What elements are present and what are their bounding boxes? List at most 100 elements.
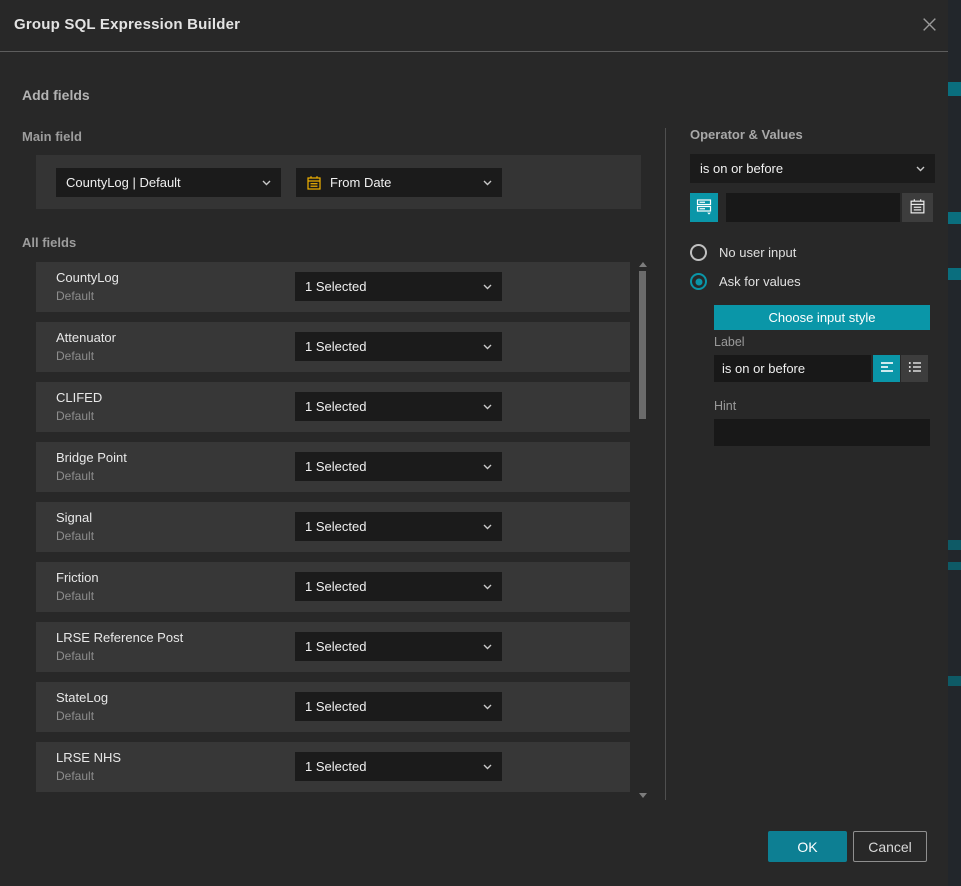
background-page-fragment <box>948 676 961 686</box>
radio-circle <box>690 244 707 261</box>
all-fields-list: CountyLog Default 1 Selected Attenuator … <box>36 262 630 802</box>
field-selection-value: 1 Selected <box>305 699 366 714</box>
background-page-fragment <box>948 540 961 550</box>
chevron-down-icon <box>483 180 492 186</box>
label-caption: Label <box>714 335 745 349</box>
field-row: LRSE Reference Post Default 1 Selected <box>36 622 630 672</box>
dialog-titlebar: Group SQL Expression Builder <box>0 0 948 52</box>
close-icon <box>921 16 938 36</box>
field-sublabel: Default <box>56 769 94 783</box>
chevron-down-icon <box>483 344 492 350</box>
main-field-label: Main field <box>22 129 82 144</box>
field-selection-dropdown[interactable]: 1 Selected <box>295 272 502 301</box>
main-field-box: CountyLog | Default From Date <box>36 155 641 209</box>
field-row: CountyLog Default 1 Selected <box>36 262 630 312</box>
background-page-fragment <box>948 562 961 570</box>
field-name: StateLog <box>56 690 108 705</box>
field-name: Bridge Point <box>56 450 127 465</box>
field-sublabel: Default <box>56 289 94 303</box>
field-selection-value: 1 Selected <box>305 639 366 654</box>
field-sublabel: Default <box>56 709 94 723</box>
field-sublabel: Default <box>56 649 94 663</box>
operator-dropdown[interactable]: is on or before <box>690 154 935 183</box>
calendar-picker-button[interactable] <box>902 193 933 222</box>
field-selection-dropdown[interactable]: 1 Selected <box>295 452 502 481</box>
choose-input-style-button[interactable]: Choose input style <box>714 305 930 330</box>
scrollbar-down-arrow[interactable] <box>639 793 647 798</box>
radio-no-user-input[interactable]: No user input <box>690 244 796 261</box>
operator-value: is on or before <box>700 161 783 176</box>
field-sublabel: Default <box>56 589 94 603</box>
field-selection-value: 1 Selected <box>305 759 366 774</box>
chevron-down-icon <box>483 584 492 590</box>
single-line-input-button[interactable] <box>873 355 900 382</box>
background-page-fragment <box>948 82 961 96</box>
scrollbar-up-arrow[interactable] <box>639 262 647 267</box>
chevron-down-icon <box>483 404 492 410</box>
operator-values-heading: Operator & Values <box>690 127 803 142</box>
bulleted-list-icon <box>907 359 923 378</box>
field-selection-dropdown[interactable]: 1 Selected <box>295 572 502 601</box>
dialog-title: Group SQL Expression Builder <box>14 16 240 33</box>
field-selection-value: 1 Selected <box>305 459 366 474</box>
field-name: Attenuator <box>56 330 116 345</box>
ok-button[interactable]: OK <box>768 831 847 862</box>
hint-input[interactable] <box>714 419 930 446</box>
field-selection-dropdown[interactable]: 1 Selected <box>295 512 502 541</box>
field-selection-value: 1 Selected <box>305 339 366 354</box>
field-row: Signal Default 1 Selected <box>36 502 630 552</box>
field-row: CLIFED Default 1 Selected <box>36 382 630 432</box>
field-sublabel: Default <box>56 409 94 423</box>
field-name: Friction <box>56 570 99 585</box>
field-name: LRSE Reference Post <box>56 630 183 645</box>
align-left-icon <box>879 359 895 378</box>
field-name: LRSE NHS <box>56 750 121 765</box>
field-selection-dropdown[interactable]: 1 Selected <box>295 332 502 361</box>
all-fields-label: All fields <box>22 235 76 250</box>
list-input-button[interactable] <box>901 355 928 382</box>
main-field-source-dropdown[interactable]: CountyLog | Default <box>56 168 281 197</box>
chevron-down-icon <box>916 166 925 172</box>
field-selection-dropdown[interactable]: 1 Selected <box>295 692 502 721</box>
cancel-button[interactable]: Cancel <box>853 831 927 862</box>
field-row: StateLog Default 1 Selected <box>36 682 630 732</box>
panel-divider <box>665 128 666 800</box>
field-row: Bridge Point Default 1 Selected <box>36 442 630 492</box>
field-row: LRSE NHS Default 1 Selected <box>36 742 630 792</box>
value-input[interactable] <box>726 193 900 222</box>
close-button[interactable] <box>916 13 942 39</box>
radio-circle-checked <box>690 273 707 290</box>
group-sql-expression-builder-dialog: Group SQL Expression Builder Add fields … <box>0 0 948 886</box>
hint-caption: Hint <box>714 399 736 413</box>
field-row: Friction Default 1 Selected <box>36 562 630 612</box>
field-sublabel: Default <box>56 469 94 483</box>
input-type-button[interactable] <box>690 193 718 222</box>
main-field-field-dropdown[interactable]: From Date <box>296 168 502 197</box>
field-selection-value: 1 Selected <box>305 579 366 594</box>
calendar-icon <box>909 198 926 218</box>
radio-label: No user input <box>719 245 796 260</box>
scrollbar-thumb[interactable] <box>639 271 646 419</box>
field-row: Attenuator Default 1 Selected <box>36 322 630 372</box>
field-selection-dropdown[interactable]: 1 Selected <box>295 752 502 781</box>
field-name: CLIFED <box>56 390 102 405</box>
field-selection-value: 1 Selected <box>305 279 366 294</box>
main-field-source-value: CountyLog | Default <box>66 175 181 190</box>
chevron-down-icon <box>483 464 492 470</box>
field-selection-value: 1 Selected <box>305 519 366 534</box>
chevron-down-icon <box>483 644 492 650</box>
label-input[interactable] <box>714 355 871 382</box>
chevron-down-icon <box>262 180 271 186</box>
field-name: Signal <box>56 510 92 525</box>
field-name: CountyLog <box>56 270 119 285</box>
radio-ask-for-values[interactable]: Ask for values <box>690 273 801 290</box>
radio-label: Ask for values <box>719 274 801 289</box>
field-selection-value: 1 Selected <box>305 399 366 414</box>
field-selection-dropdown[interactable]: 1 Selected <box>295 632 502 661</box>
main-field-field-value: From Date <box>330 175 391 190</box>
calendar-icon <box>306 175 322 191</box>
background-page-fragment <box>948 268 961 280</box>
chevron-down-icon <box>483 284 492 290</box>
field-selection-dropdown[interactable]: 1 Selected <box>295 392 502 421</box>
input-type-icon <box>695 197 713 218</box>
